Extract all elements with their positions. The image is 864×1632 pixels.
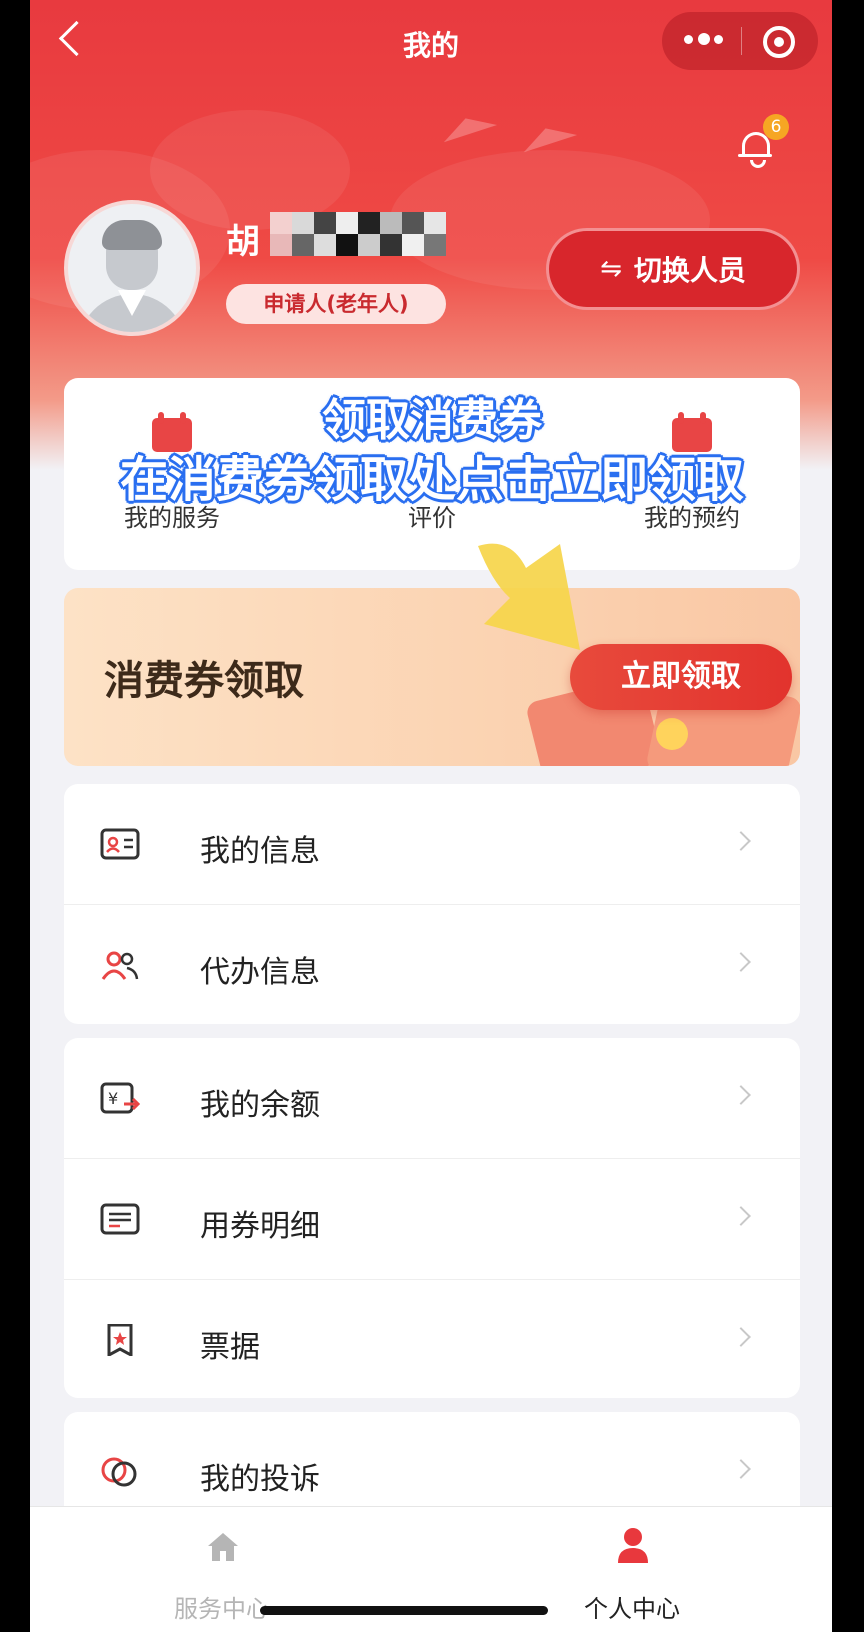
home-icon: [208, 1533, 238, 1561]
users-icon: [101, 951, 139, 980]
chevron-right-icon: [731, 952, 751, 972]
miniprogram-capsule: [662, 12, 818, 70]
menu-item-label: 用券明细: [200, 1209, 320, 1244]
person-icon: [618, 1528, 648, 1563]
chevron-right-icon: [731, 1085, 751, 1105]
menu-item-label: 我的投诉: [200, 1462, 320, 1497]
name-redaction-mosaic: [270, 212, 446, 256]
menu-item-label: 我的信息: [200, 834, 320, 869]
svg-text:¥: ¥: [108, 1089, 118, 1108]
switch-person-button[interactable]: ⇋ 切换人员: [546, 228, 800, 310]
menu-item-coupon-details[interactable]: 用券明细: [64, 1159, 800, 1280]
home-indicator: [260, 1606, 548, 1615]
list-detail-icon: [100, 1203, 140, 1235]
avatar[interactable]: [64, 200, 200, 336]
complaint-icon: [101, 1457, 137, 1487]
chevron-right-icon: [731, 831, 751, 851]
switch-arrows-icon: ⇋: [600, 254, 622, 284]
coupon-banner: 消费券领取 立即领取: [64, 588, 800, 766]
menu-item-label: 我的余额: [200, 1088, 320, 1123]
bird-decoration: [438, 109, 498, 143]
notification-badge: 6: [763, 114, 789, 140]
role-badge: 申请人(老年人): [226, 284, 446, 324]
navbar: 我的: [30, 0, 832, 88]
menu-item-receipts[interactable]: 票据: [64, 1280, 800, 1400]
coin-decoration: [656, 718, 688, 750]
pointer-arrow-icon: [478, 543, 580, 650]
more-dots-icon[interactable]: [684, 33, 730, 47]
menu-item-label: 代办信息: [200, 955, 320, 990]
coupon-title: 消费券领取: [104, 658, 304, 704]
bird-decoration: [518, 119, 578, 153]
menu-item-proxy-info[interactable]: 代办信息: [64, 905, 800, 1025]
menu-item-label: 票据: [200, 1330, 260, 1365]
tutorial-caption-line1: 领取消费券: [322, 395, 542, 446]
tab-label: 个人中心: [584, 1595, 680, 1623]
phone-screen: 我的 6 胡 申请人(老年人) ⇋ 切换人员 我的服务 评价 我的预约 消费券领…: [30, 0, 832, 1632]
target-circle-icon[interactable]: [763, 26, 795, 58]
chevron-right-icon: [731, 1459, 751, 1479]
balance-icon: ¥: [100, 1082, 140, 1114]
capsule-divider: [741, 27, 742, 55]
switch-person-label: 切换人员: [633, 254, 746, 287]
chevron-right-icon: [731, 1327, 751, 1347]
receipt-icon: [107, 1324, 133, 1356]
menu-group-finance: ¥ 我的余额 用券明细 票据: [64, 1038, 800, 1398]
chevron-right-icon: [731, 1206, 751, 1226]
menu-group-info: 我的信息 代办信息: [64, 784, 800, 1024]
id-card-icon: [100, 828, 140, 860]
tutorial-caption-line2: 在消费券领取处点击立即领取: [119, 452, 744, 508]
menu-item-my-info[interactable]: 我的信息: [64, 784, 800, 905]
user-name: 胡: [226, 222, 260, 262]
menu-item-my-balance[interactable]: ¥ 我的余额: [64, 1038, 800, 1159]
